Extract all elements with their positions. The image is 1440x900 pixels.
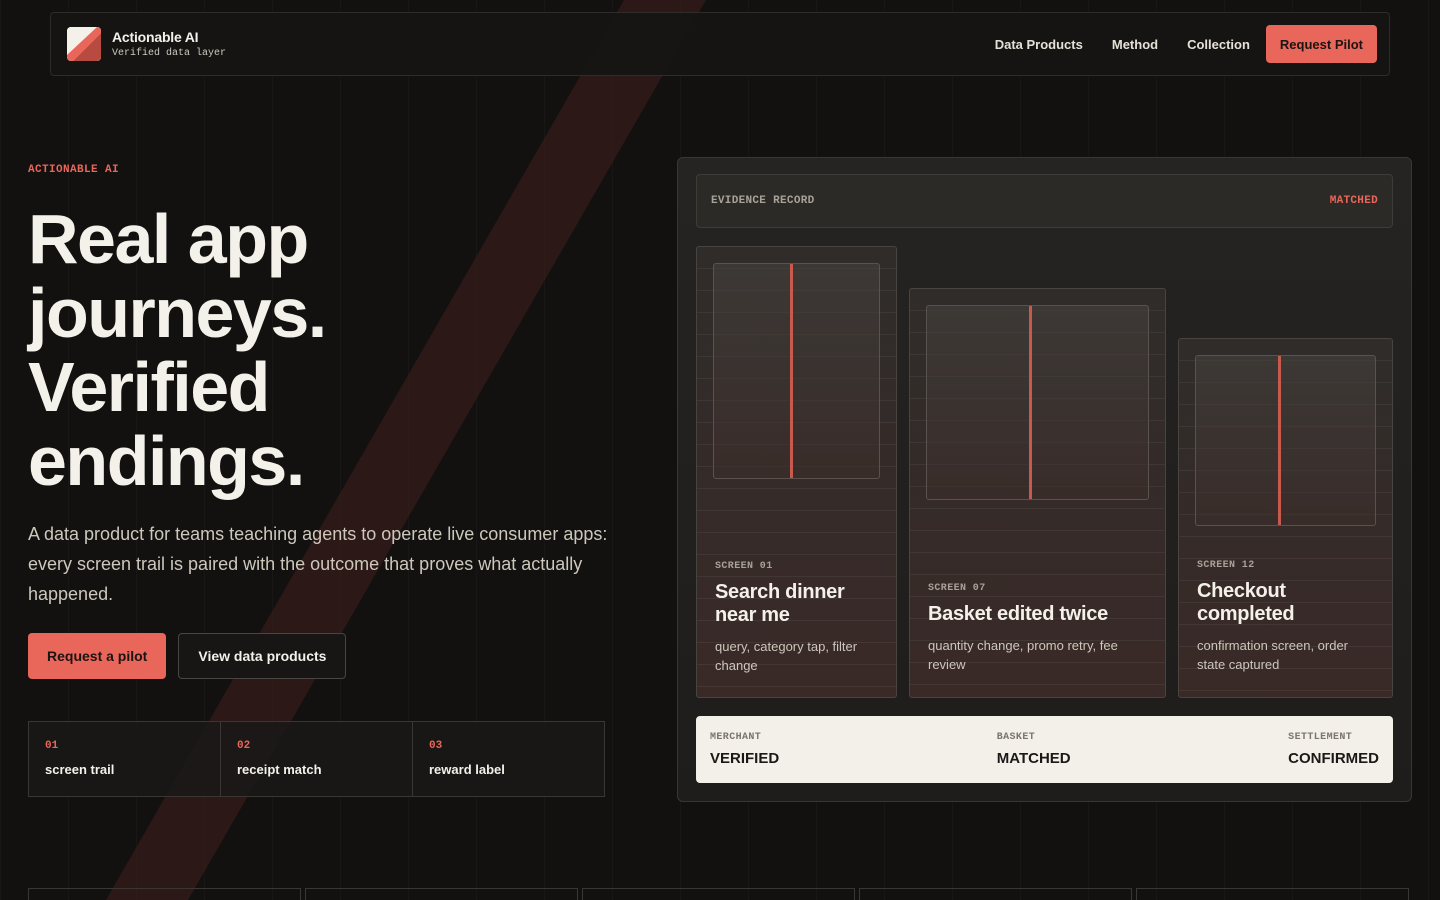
step-reward-label: 03 reward label <box>413 722 604 796</box>
screen-description: quantity change, promo retry, fee review <box>928 638 1118 672</box>
screen-description: query, category tap, filter change <box>715 639 858 673</box>
hero-eyebrow: ACTIONABLE AI <box>28 164 120 176</box>
timeline-marker <box>790 264 793 478</box>
headline-line-2: journeys. <box>28 274 327 352</box>
request-a-pilot-button[interactable]: Request a pilot <box>28 633 167 679</box>
primary-nav: Data Products Method Collection Request … <box>995 25 1377 63</box>
summary-label: BASKET <box>996 732 1036 743</box>
screen-meta: SCREEN 01 Search dinner near me query, c… <box>715 561 882 675</box>
summary-basket: BASKET MATCHED <box>997 732 1071 767</box>
summary-value: VERIFIED <box>710 750 780 767</box>
hero-headline: Real app journeys. Verified endings. <box>28 202 628 498</box>
screen-card-12: SCREEN 12 Checkout completed confirmatio… <box>1178 338 1393 698</box>
screen-title: Search dinner near me <box>715 581 845 626</box>
verification-summary: MERCHANT VERIFIED BASKET MATCHED SETTLEM… <box>696 716 1393 783</box>
summary-value: MATCHED <box>996 750 1071 767</box>
brand-name: Actionable AI <box>112 29 199 45</box>
peek-card <box>1136 888 1409 900</box>
peek-card <box>305 888 578 900</box>
evidence-record-bar: EVIDENCE RECORD MATCHED <box>696 174 1393 228</box>
screen-card-07: SCREEN 07 Basket edited twice quantity c… <box>909 288 1166 698</box>
hero-description: A data product for teams teaching agents… <box>28 524 608 604</box>
step-number: 01 <box>45 740 59 752</box>
nav-link-method[interactable]: Method <box>1112 37 1158 52</box>
summary-label: MERCHANT <box>710 732 762 743</box>
screen-meta: SCREEN 12 Checkout completed confirmatio… <box>1197 560 1378 674</box>
view-data-products-button[interactable]: View data products <box>178 633 347 679</box>
step-label: screen trail <box>45 762 115 777</box>
summary-merchant: MERCHANT VERIFIED <box>710 732 779 767</box>
step-screen-trail: 01 screen trail <box>29 722 221 796</box>
screen-number: SCREEN 07 <box>928 583 986 594</box>
summary-label: SETTLEMENT <box>1288 732 1353 743</box>
summary-value: CONFIRMED <box>1288 750 1379 767</box>
step-label: receipt match <box>237 762 322 777</box>
evidence-record-label: EVIDENCE RECORD <box>711 195 815 207</box>
step-label: reward label <box>429 762 505 777</box>
screen-card-01: SCREEN 01 Search dinner near me query, c… <box>696 246 897 698</box>
peek-card <box>582 888 855 900</box>
peek-card <box>28 888 301 900</box>
summary-settlement: SETTLEMENT CONFIRMED <box>1288 732 1379 767</box>
request-pilot-button[interactable]: Request Pilot <box>1265 25 1377 63</box>
brand-logo-icon[interactable] <box>67 27 101 61</box>
peek-card <box>859 888 1132 900</box>
timeline-marker <box>1029 306 1032 499</box>
timeline-marker <box>1278 356 1281 525</box>
screen-description: confirmation screen, order state capture… <box>1197 638 1349 672</box>
process-steps: 01 screen trail 02 receipt match 03 rewa… <box>28 721 605 797</box>
screen-title: Basket edited twice <box>928 603 1108 625</box>
headline-line-1: Real app <box>28 200 309 278</box>
evidence-record-panel: EVIDENCE RECORD MATCHED SCREEN 01 Search… <box>677 157 1412 802</box>
headline-line-4: endings. <box>28 422 305 500</box>
screen-number: SCREEN 12 <box>1197 560 1255 571</box>
step-number: 02 <box>237 740 251 752</box>
nav-link-collection[interactable]: Collection <box>1187 37 1250 52</box>
headline-line-3: Verified <box>28 348 270 426</box>
screen-number: SCREEN 01 <box>715 561 773 572</box>
hero-cta-row: Request a pilot View data products <box>28 633 347 679</box>
evidence-status-badge: MATCHED <box>1329 195 1378 207</box>
brand-tagline: Verified data layer <box>112 48 227 59</box>
screen-thumbnail <box>926 305 1149 500</box>
brand-block: Actionable AI Verified data layer <box>112 29 226 59</box>
screen-meta: SCREEN 07 Basket edited twice quantity c… <box>928 583 1151 674</box>
step-receipt-match: 02 receipt match <box>221 722 413 796</box>
screen-title: Checkout completed <box>1197 580 1295 625</box>
top-navigation-bar: Actionable AI Verified data layer Data P… <box>50 12 1390 76</box>
step-number: 03 <box>429 740 443 752</box>
nav-link-data-products[interactable]: Data Products <box>995 37 1083 52</box>
next-section-cards-peek <box>28 888 1412 900</box>
screen-thumbnail <box>1195 355 1376 526</box>
screen-thumbnail <box>713 263 880 479</box>
